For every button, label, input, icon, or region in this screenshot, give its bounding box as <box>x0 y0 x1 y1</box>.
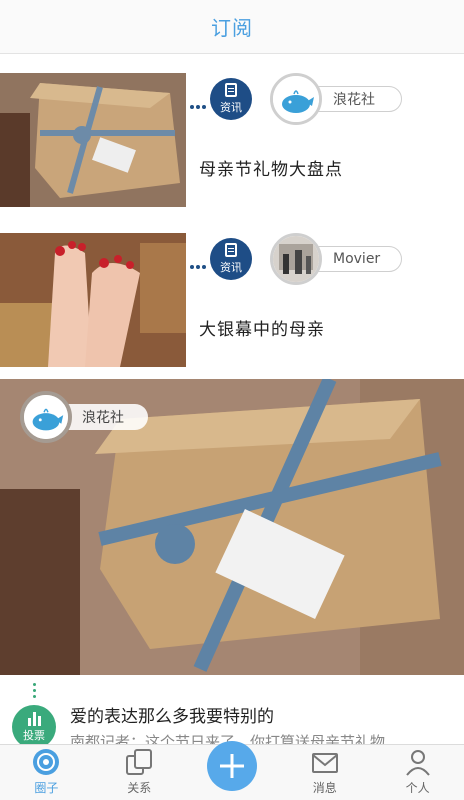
tab-profile[interactable]: 个人 <box>371 745 464 800</box>
connector-dots <box>190 254 208 269</box>
source-name: 浪花社 <box>333 92 375 108</box>
card-title[interactable]: 爱的表达那么多我要特别的 <box>70 702 274 727</box>
bar-chart-icon <box>27 711 41 726</box>
whale-logo-icon <box>24 395 68 439</box>
person-icon <box>405 750 430 776</box>
category-badge[interactable]: 资讯 <box>210 78 252 120</box>
featured-card-image[interactable]: 浪花社 <box>0 379 464 675</box>
source-avatar[interactable] <box>270 233 322 285</box>
category-badge[interactable]: 资讯 <box>210 238 252 280</box>
connector-dots <box>190 94 208 109</box>
tab-label: 个人 <box>405 781 430 795</box>
source-avatar[interactable] <box>20 391 72 443</box>
document-icon <box>225 243 237 257</box>
bottom-tab-bar: 圈子 关系 消息 个人 <box>0 741 464 800</box>
feed-item[interactable]: 资讯 浪花社 母亲节礼物大盘点 <box>0 73 464 207</box>
category-label: 资讯 <box>220 261 242 274</box>
tab-add[interactable] <box>186 741 279 800</box>
item-title[interactable]: 母亲节礼物大盘点 <box>199 155 343 180</box>
tab-circle[interactable]: 圈子 <box>0 745 93 800</box>
tab-messages[interactable]: 消息 <box>278 745 371 800</box>
movier-logo-icon <box>273 236 319 282</box>
thumbnail-feet-image <box>0 233 186 367</box>
relations-icon <box>126 749 153 775</box>
source-name: Movier <box>333 251 381 267</box>
category-label: 资讯 <box>220 101 242 114</box>
add-button[interactable] <box>206 741 257 791</box>
item-title[interactable]: 大银幕中的母亲 <box>199 315 325 340</box>
vote-badge[interactable]: 投票 <box>12 705 56 749</box>
mail-icon <box>311 753 338 773</box>
featured-card-body[interactable]: 投票 爱的表达那么多我要特别的 南都记者：这个节日来了，你打算送母亲节礼物…… <box>0 675 464 749</box>
whale-logo-icon <box>273 76 319 122</box>
connector-dots <box>33 683 36 705</box>
feed-item[interactable]: 资讯 Movier 大银幕中的母亲 <box>0 233 464 367</box>
tab-relations[interactable]: 关系 <box>93 745 186 800</box>
source-name: 浪花社 <box>82 410 124 426</box>
top-bar: 订阅 <box>0 0 464 54</box>
thumbnail-gift-image <box>0 73 186 207</box>
tab-label: 消息 <box>312 781 337 795</box>
card-excerpt: 南都记者：这个节日来了，你打算送母亲节礼物…… <box>70 733 416 745</box>
vote-label: 投票 <box>23 728 45 742</box>
tab-label: 关系 <box>127 781 152 795</box>
document-icon <box>225 83 237 97</box>
plus-icon <box>219 754 244 778</box>
page-title: 订阅 <box>211 16 253 40</box>
circle-target-icon <box>33 749 60 775</box>
source-avatar[interactable] <box>270 73 322 125</box>
tab-label: 圈子 <box>34 781 59 795</box>
